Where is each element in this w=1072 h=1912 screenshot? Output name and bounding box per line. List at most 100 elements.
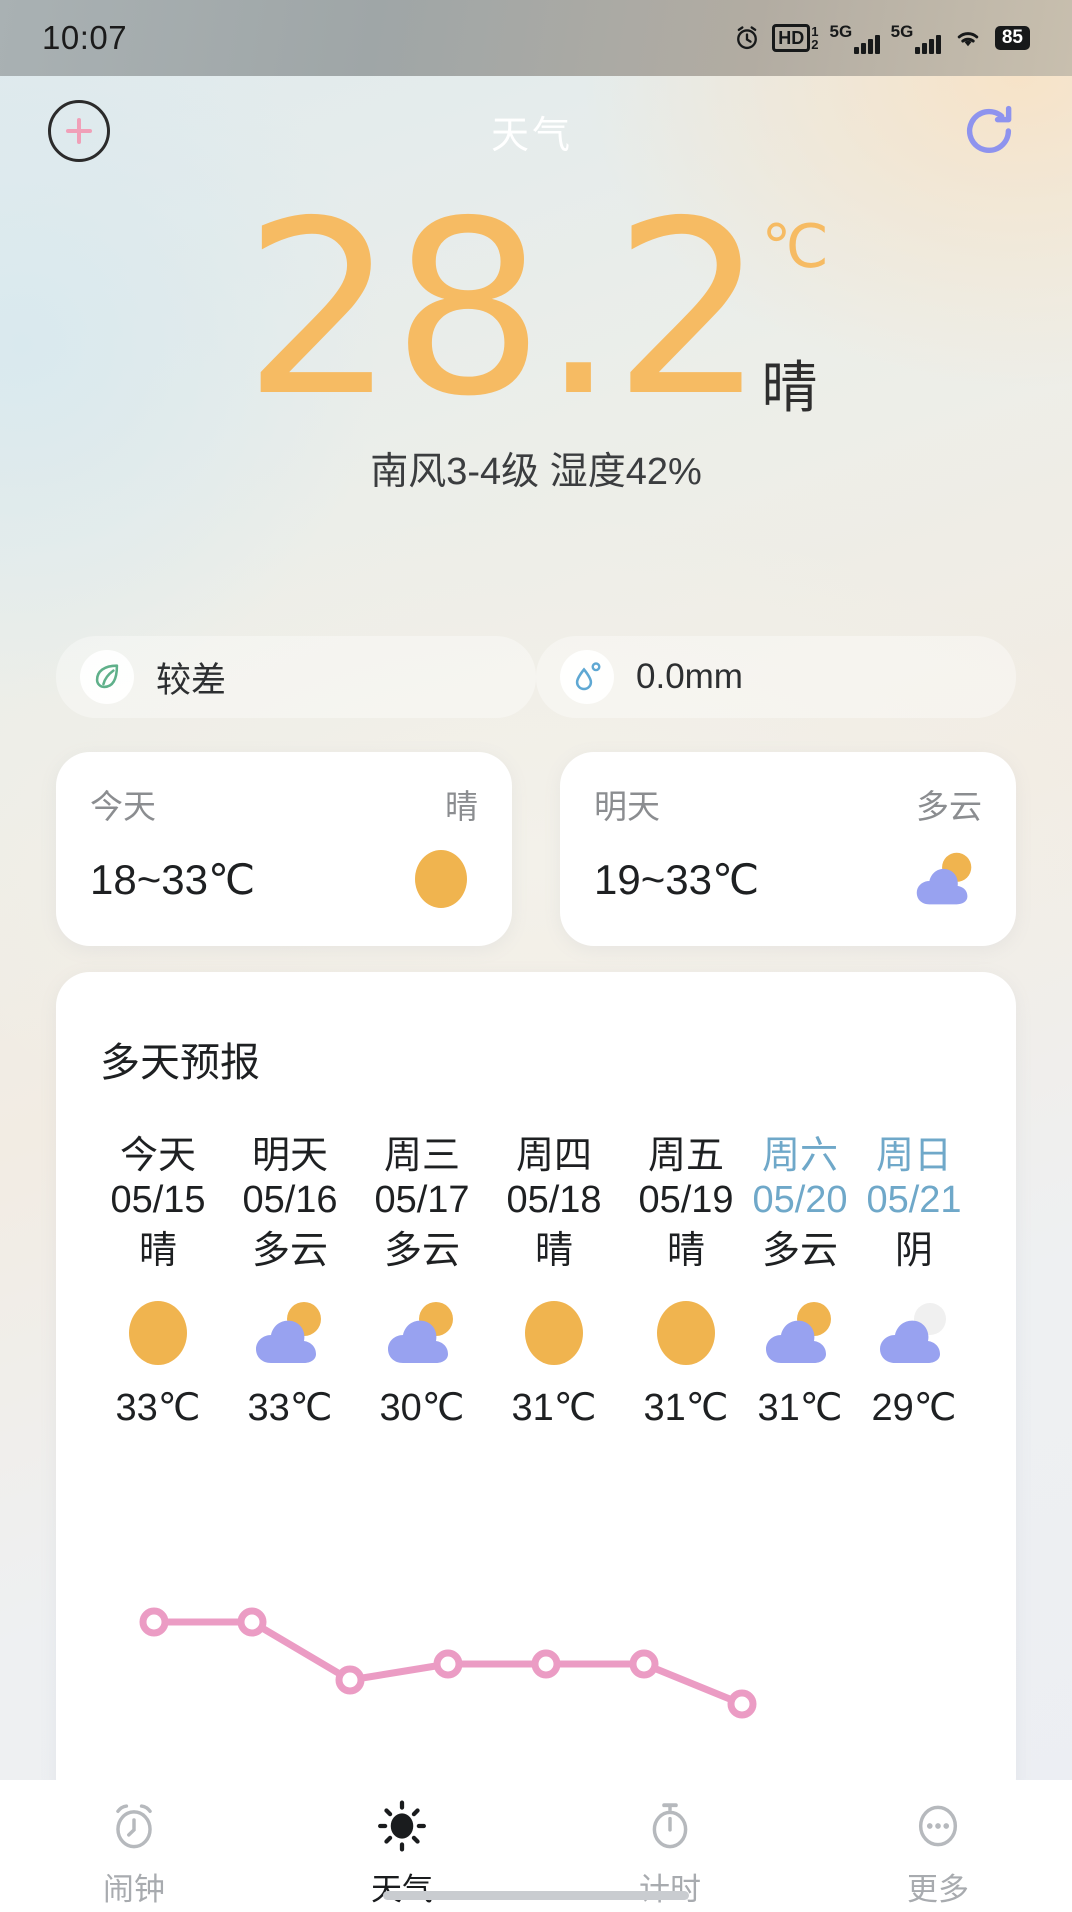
- signal-bars-2: [915, 34, 941, 54]
- today-tomorrow-cards: 今天 晴 18~33℃ 明天 多云 19~33℃: [0, 752, 1072, 946]
- status-bar-icons: HD 1 2 5G 5G 85: [733, 23, 1030, 54]
- home-indicator: [383, 1891, 689, 1900]
- sun-icon: [620, 1283, 752, 1379]
- air-quality-label: 较差: [156, 660, 227, 700]
- forecast-condition: 多云: [251, 1230, 328, 1273]
- forecast-condition: 晴: [666, 1230, 705, 1273]
- forecast-condition: 晴: [138, 1230, 177, 1273]
- bottom-navigation-bar: 闹钟 天气 计时 更多: [0, 1780, 1072, 1912]
- battery-icon: 85: [994, 26, 1030, 50]
- page-title: 天气: [490, 114, 573, 157]
- forecast-day-column[interactable]: 今天 05/15 晴 33℃: [92, 1134, 224, 1430]
- forecast-title: 多天预报: [100, 1041, 260, 1085]
- forecast-columns: 今天 05/15 晴 33℃ 明天 05/16 多云 33℃ 周三 05/17 …: [56, 1134, 1016, 1430]
- current-weather: 28.2 ℃ 晴: [0, 169, 1072, 449]
- forecast-dow: 周六: [761, 1135, 838, 1177]
- stopwatch-icon: [644, 1796, 696, 1856]
- forecast-temp: 29℃: [871, 1386, 957, 1429]
- leaf-icon: [80, 650, 134, 704]
- forecast-date: 05/16: [242, 1178, 338, 1221]
- forecast-date: 05/19: [638, 1178, 734, 1221]
- forecast-date: 05/18: [506, 1178, 602, 1221]
- sun-icon: [92, 1283, 224, 1379]
- signal-5g-icon-1: 5G: [829, 21, 880, 54]
- forecast-dow: 周四: [515, 1135, 592, 1177]
- partly-cloudy-icon: [752, 1283, 848, 1379]
- nav-label-timer: 计时: [639, 1872, 701, 1907]
- today-card[interactable]: 今天 晴 18~33℃: [56, 752, 512, 946]
- net-label-2: 5G: [890, 21, 914, 41]
- current-temperature: 28.2: [243, 169, 765, 449]
- forecast-condition: 多云: [383, 1230, 460, 1273]
- info-chips: 较差 0.0mm: [0, 636, 1072, 718]
- wifi-icon: [952, 25, 984, 51]
- weather-app-root: 10:07 HD 1 2 5G 5G 85 天气 28.2 ℃ 晴 南风3-4级…: [0, 0, 1072, 1912]
- sun-icon: [488, 1283, 620, 1379]
- forecast-date: 05/21: [866, 1178, 962, 1221]
- forecast-date: 05/20: [752, 1178, 848, 1221]
- forecast-date: 05/17: [374, 1178, 470, 1221]
- forecast-temp: 31℃: [757, 1386, 843, 1429]
- forecast-condition: 多云: [761, 1230, 838, 1273]
- refresh-button[interactable]: [954, 96, 1024, 166]
- partly-cloudy-icon: [224, 1283, 356, 1379]
- hd-label: HD: [772, 24, 811, 52]
- temperature-trend-chart: [139, 1607, 757, 1810]
- wind-humidity-detail: 南风3-4级 湿度42%: [370, 451, 702, 493]
- forecast-dow: 今天: [119, 1135, 196, 1177]
- forecast-temp: 31℃: [643, 1386, 729, 1429]
- forecast-temp: 33℃: [115, 1386, 201, 1429]
- forecast-temp: 33℃: [247, 1386, 333, 1429]
- nav-label-weather: 天气: [371, 1872, 433, 1907]
- air-quality-chip[interactable]: 较差: [56, 636, 536, 718]
- today-card-range: 18~33℃: [90, 855, 256, 903]
- forecast-dow: 周三: [383, 1135, 460, 1177]
- temperature-unit: ℃: [761, 213, 829, 280]
- forecast-condition: 晴: [534, 1230, 573, 1273]
- raindrop-icon: [560, 650, 614, 704]
- high-temp-points: [139, 1607, 757, 1719]
- nav-item-alarm[interactable]: 闹钟: [0, 1796, 268, 1909]
- net-label-1: 5G: [829, 21, 853, 41]
- forecast-day-column[interactable]: 周四 05/18 晴 31℃: [488, 1134, 620, 1430]
- forecast-date: 05/15: [110, 1178, 206, 1221]
- tomorrow-card-day: 明天: [594, 788, 660, 825]
- tomorrow-card-condition: 多云: [916, 788, 982, 825]
- tomorrow-card-range: 19~33℃: [594, 855, 760, 903]
- cloudy-icon: [848, 1283, 980, 1379]
- forecast-condition: 阴: [894, 1230, 933, 1273]
- forecast-day-column[interactable]: 周五 05/19 晴 31℃: [620, 1134, 752, 1430]
- refresh-icon: [966, 105, 1012, 153]
- forecast-day-column[interactable]: 周六 05/20 多云 31℃: [752, 1134, 848, 1430]
- multi-day-forecast-panel: 多天预报 今天 05/15 晴 33℃ 明天 05/16 多云 33℃ 周三 0…: [56, 972, 1016, 1812]
- today-card-condition: 晴: [445, 788, 478, 825]
- rainfall-label: 0.0mm: [636, 657, 743, 696]
- today-card-day: 今天: [90, 788, 156, 825]
- nav-label-alarm: 闹钟: [103, 1872, 165, 1907]
- forecast-day-column[interactable]: 明天 05/16 多云 33℃: [224, 1134, 356, 1430]
- hd-sub: 2: [811, 37, 819, 52]
- forecast-day-column[interactable]: 周三 05/17 多云 30℃: [356, 1134, 488, 1430]
- sun-nav-icon: [375, 1796, 429, 1856]
- current-temp-side: ℃ 晴: [761, 195, 828, 420]
- status-bar: 10:07 HD 1 2 5G 5G 85: [0, 0, 1072, 76]
- signal-5g-icon-2: 5G: [891, 23, 941, 54]
- hd-voice-icon: HD 1 2: [772, 24, 818, 52]
- nav-item-more[interactable]: 更多: [804, 1796, 1072, 1909]
- forecast-dow: 明天: [251, 1135, 328, 1177]
- forecast-dow: 周日: [875, 1135, 952, 1177]
- sun-icon: [404, 842, 478, 916]
- tomorrow-card[interactable]: 明天 多云 19~33℃: [560, 752, 1016, 946]
- add-city-button[interactable]: [48, 100, 110, 162]
- partly-cloudy-icon: [908, 842, 982, 916]
- more-dots-icon: [912, 1796, 964, 1856]
- forecast-temp: 31℃: [511, 1386, 597, 1429]
- partly-cloudy-icon: [356, 1283, 488, 1379]
- forecast-temp: 30℃: [379, 1386, 465, 1429]
- forecast-day-column[interactable]: 周日 05/21 阴 29℃: [848, 1134, 980, 1430]
- current-condition: 晴: [761, 356, 818, 419]
- signal-bars-1: [854, 34, 880, 54]
- alarm-icon: [733, 24, 761, 52]
- rainfall-chip[interactable]: 0.0mm: [536, 636, 1016, 718]
- forecast-dow: 周五: [647, 1135, 724, 1177]
